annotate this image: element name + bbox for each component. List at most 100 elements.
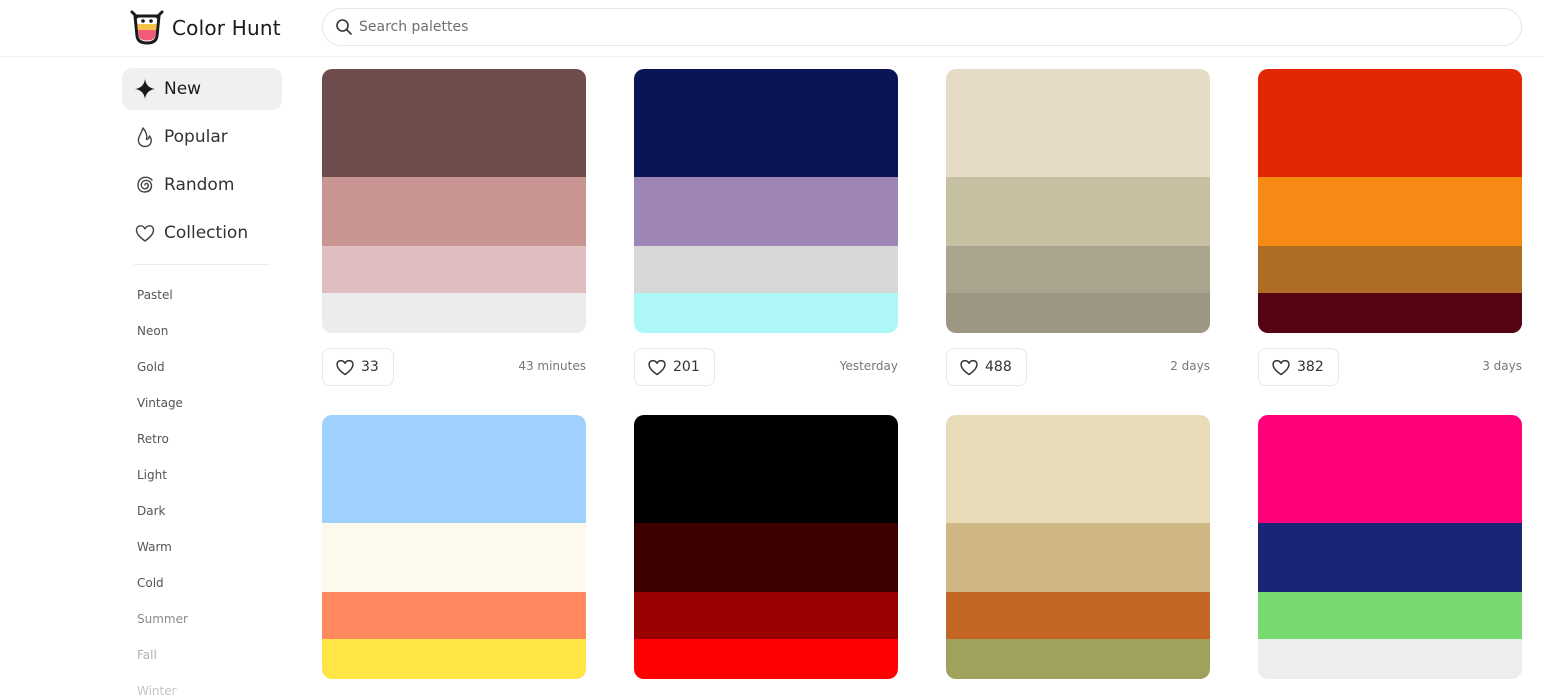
nav-item-random[interactable]: Random	[122, 164, 282, 206]
nav-item-new[interactable]: New	[122, 68, 282, 110]
palette-date: Yesterday	[839, 359, 898, 373]
color-swatch[interactable]	[634, 639, 898, 679]
palette-card	[1258, 415, 1522, 679]
tag-gold[interactable]: Gold	[122, 349, 282, 385]
palette-swatches[interactable]	[634, 69, 898, 333]
logo[interactable]: Color Hunt	[130, 8, 290, 48]
tag-dark[interactable]: Dark	[122, 493, 282, 529]
sparkle-icon	[135, 79, 155, 99]
nav-label: Popular	[164, 127, 228, 147]
sidebar: New Popular Random Collection Pastel Neo…	[122, 68, 282, 699]
logo-cup-icon	[130, 10, 164, 45]
color-swatch[interactable]	[1258, 177, 1522, 246]
palette-swatches[interactable]	[322, 69, 586, 333]
like-count: 488	[985, 359, 1012, 375]
like-count: 201	[673, 359, 700, 375]
color-swatch[interactable]	[1258, 523, 1522, 592]
palette-card	[946, 415, 1210, 679]
palette-swatches[interactable]	[1258, 415, 1522, 679]
tag-vintage[interactable]: Vintage	[122, 385, 282, 421]
color-swatch[interactable]	[634, 293, 898, 333]
like-button[interactable]: 201	[634, 348, 715, 386]
color-swatch[interactable]	[634, 246, 898, 293]
tag-pastel[interactable]: Pastel	[122, 277, 282, 313]
color-swatch[interactable]	[946, 246, 1210, 293]
palette-card	[322, 415, 586, 679]
tag-summer[interactable]: Summer	[122, 601, 282, 637]
tag-fall[interactable]: Fall	[122, 637, 282, 673]
like-button[interactable]: 488	[946, 348, 1027, 386]
nav-label: Collection	[164, 223, 249, 243]
heart-icon	[135, 225, 155, 242]
palette-swatches[interactable]	[1258, 69, 1522, 333]
palette-footer: 488 2 days	[946, 348, 1210, 386]
color-swatch[interactable]	[322, 523, 586, 592]
palette-footer: 382 3 days	[1258, 348, 1522, 386]
like-button[interactable]: 33	[322, 348, 394, 386]
color-swatch[interactable]	[634, 415, 898, 523]
color-swatch[interactable]	[634, 177, 898, 246]
heart-icon	[960, 359, 978, 376]
palette-footer: 33 43 minutes	[322, 348, 586, 386]
color-swatch[interactable]	[946, 293, 1210, 333]
palette-card: 488 2 days	[946, 69, 1210, 386]
flame-icon	[137, 127, 152, 148]
like-button[interactable]: 382	[1258, 348, 1339, 386]
color-swatch[interactable]	[1258, 639, 1522, 679]
sidebar-divider	[134, 264, 270, 265]
palette-date: 2 days	[1170, 359, 1210, 373]
color-swatch[interactable]	[322, 246, 586, 293]
tag-light[interactable]: Light	[122, 457, 282, 493]
nav-item-popular[interactable]: Popular	[122, 116, 282, 158]
color-swatch[interactable]	[634, 523, 898, 592]
tag-list: Pastel Neon Gold Vintage Retro Light Dar…	[122, 277, 282, 699]
tag-retro[interactable]: Retro	[122, 421, 282, 457]
color-swatch[interactable]	[634, 592, 898, 639]
logo-text: Color Hunt	[172, 16, 281, 40]
color-swatch[interactable]	[946, 639, 1210, 679]
color-swatch[interactable]	[1258, 592, 1522, 639]
color-swatch[interactable]	[1258, 415, 1522, 523]
palette-swatches[interactable]	[946, 415, 1210, 679]
color-swatch[interactable]	[946, 523, 1210, 592]
nav-item-collection[interactable]: Collection	[122, 212, 282, 254]
nav-label: Random	[164, 175, 235, 195]
palette-card: 201 Yesterday	[634, 69, 898, 386]
palette-card: 33 43 minutes	[322, 69, 586, 386]
heart-icon	[336, 359, 354, 376]
color-swatch[interactable]	[946, 415, 1210, 523]
color-swatch[interactable]	[322, 592, 586, 639]
color-swatch[interactable]	[322, 293, 586, 333]
tag-winter[interactable]: Winter	[122, 673, 282, 699]
palette-card	[634, 415, 898, 679]
palette-date: 43 minutes	[518, 359, 586, 373]
tag-neon[interactable]: Neon	[122, 313, 282, 349]
search-icon	[336, 19, 352, 35]
color-swatch[interactable]	[322, 415, 586, 523]
like-count: 33	[361, 359, 379, 375]
palette-swatches[interactable]	[634, 415, 898, 679]
tag-cold[interactable]: Cold	[122, 565, 282, 601]
search-bar[interactable]	[322, 8, 1522, 46]
color-swatch[interactable]	[1258, 246, 1522, 293]
search-input[interactable]	[359, 19, 1459, 35]
color-swatch[interactable]	[1258, 293, 1522, 333]
palette-date: 3 days	[1482, 359, 1522, 373]
color-swatch[interactable]	[322, 69, 586, 177]
palette-card: 382 3 days	[1258, 69, 1522, 386]
heart-icon	[648, 359, 666, 376]
palette-swatches[interactable]	[322, 415, 586, 679]
color-swatch[interactable]	[322, 177, 586, 246]
palette-footer: 201 Yesterday	[634, 348, 898, 386]
nav-label: New	[164, 79, 202, 99]
palette-swatches[interactable]	[946, 69, 1210, 333]
heart-icon	[1272, 359, 1290, 376]
color-swatch[interactable]	[946, 592, 1210, 639]
color-swatch[interactable]	[946, 69, 1210, 177]
color-swatch[interactable]	[1258, 69, 1522, 177]
color-swatch[interactable]	[322, 639, 586, 679]
color-swatch[interactable]	[634, 69, 898, 177]
color-swatch[interactable]	[946, 177, 1210, 246]
top-header: Color Hunt	[0, 0, 1543, 57]
tag-warm[interactable]: Warm	[122, 529, 282, 565]
